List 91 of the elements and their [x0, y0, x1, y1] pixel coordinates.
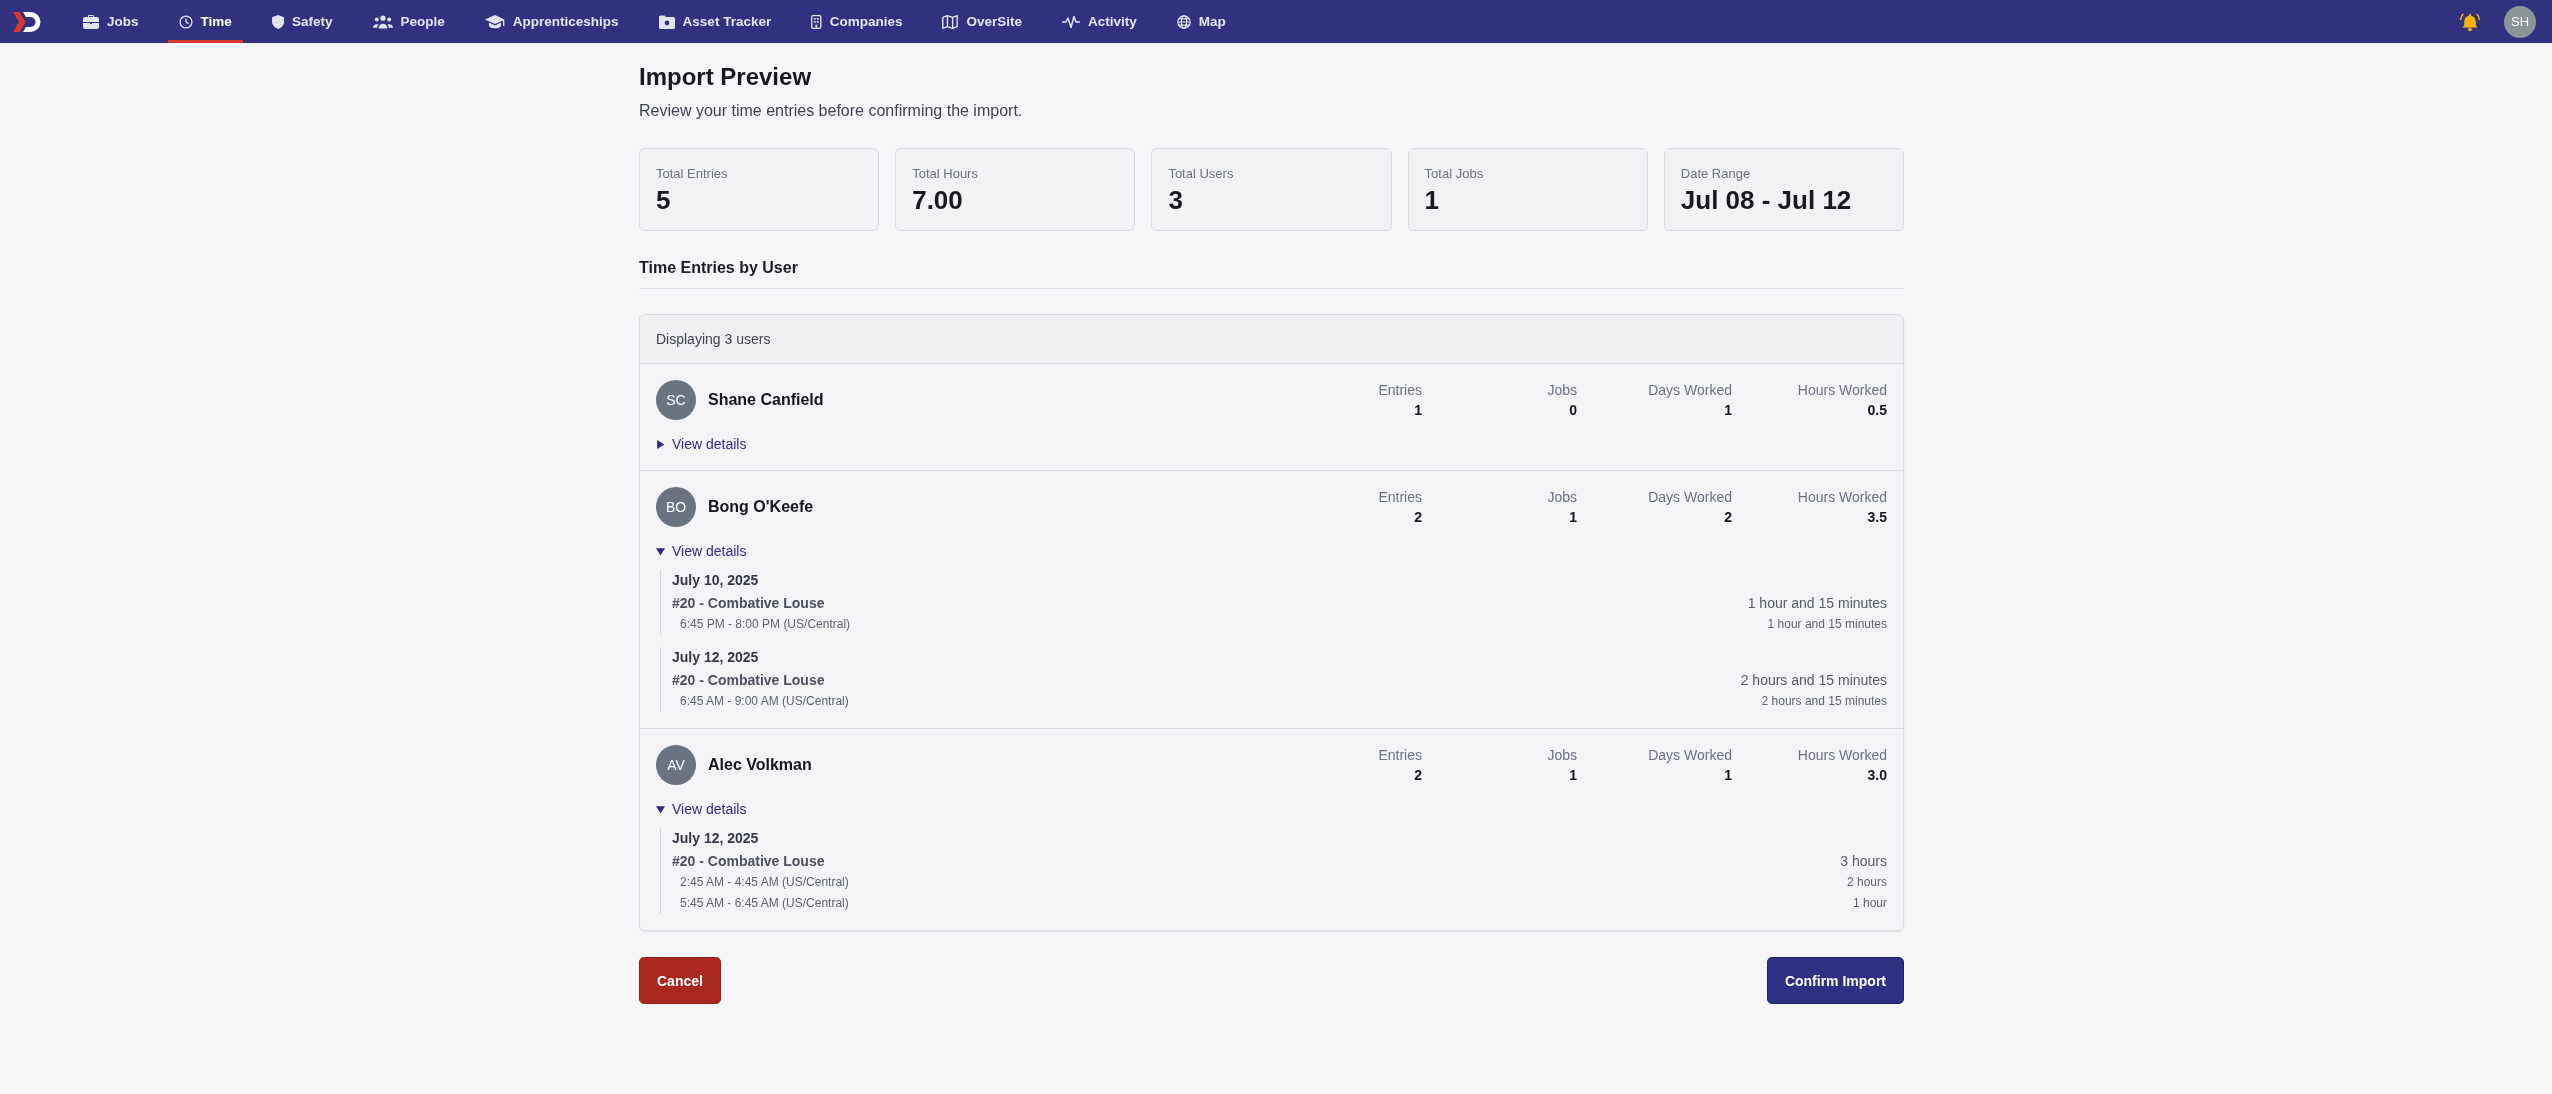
view-details-toggle[interactable]: View details [656, 799, 747, 819]
nav-tab[interactable]: OverSite [931, 0, 1033, 43]
nav-tab[interactable]: Activity [1051, 0, 1148, 43]
shift-duration: 2 hours [1846, 874, 1887, 891]
job-name: #20 - Combative Louse [672, 594, 825, 613]
summary-label: Total Users [1168, 165, 1235, 183]
job-name: #20 - Combative Louse [672, 671, 825, 690]
cancel-button[interactable]: Cancel [639, 957, 721, 1004]
nav-tab[interactable]: Jobs [72, 0, 150, 43]
stat-value: 0.5 [1866, 401, 1887, 420]
bell-icon[interactable] [2459, 11, 2481, 32]
user-name: Alec Volkman [708, 756, 812, 774]
stat-value: 1 [1568, 508, 1577, 527]
people-icon [372, 14, 393, 29]
caret-down-icon [656, 804, 665, 814]
stat-label: Jobs [1546, 381, 1577, 400]
summary-value: 1 [1424, 184, 1441, 216]
summary-value: 7.00 [912, 184, 964, 216]
stat-label: Entries [1377, 381, 1422, 400]
summary-value: 3 [1168, 184, 1184, 216]
clock-icon [178, 14, 193, 29]
nav-tab[interactable]: Companies [800, 0, 914, 43]
stat-label: Entries [1377, 488, 1422, 507]
summary-label: Date Range [1680, 165, 1752, 183]
stat-value: 1 [1413, 401, 1422, 420]
view-details-toggle[interactable]: View details [656, 541, 747, 561]
stat-value: 3.0 [1866, 766, 1887, 785]
building-icon [811, 14, 822, 29]
panel-caption: Displaying 3 users [640, 315, 1903, 364]
app-logo[interactable] [13, 10, 41, 33]
shift-time: 2:45 AM - 4:45 AM (US/Central) [679, 874, 849, 891]
shift-duration: 1 hour and 15 minutes [1767, 616, 1887, 633]
page-title: Import Preview [639, 62, 813, 92]
graduation-cap-icon [484, 14, 505, 29]
stat-label: Hours Worked [1796, 381, 1887, 400]
shield-icon [271, 14, 285, 29]
stat-value: 2 [1413, 766, 1422, 785]
nav-tab[interactable]: Safety [260, 0, 344, 43]
confirm-import-button[interactable]: Confirm Import [1766, 957, 1904, 1004]
stat-value: 3.5 [1866, 508, 1887, 527]
page-subtitle: Review your time entries before confirming the import. [639, 101, 1024, 121]
user-name: Shane Canfield [708, 391, 824, 409]
summary-label: Total Entries [656, 165, 729, 183]
stat-value: 1 [1568, 766, 1577, 785]
user-avatar: SC [656, 380, 696, 420]
entry-date: July 12, 2025 [672, 829, 760, 848]
stat-value: 2 [1723, 508, 1732, 527]
folder-icon [658, 14, 675, 29]
view-details-toggle[interactable]: View details [656, 434, 747, 454]
user-avatar: BO [656, 487, 696, 527]
stat-value: 0 [1568, 401, 1577, 420]
nav-tab[interactable]: Asset Tracker [647, 0, 783, 43]
stat-label: Days Worked [1647, 746, 1732, 765]
summary-value: 5 [656, 184, 672, 216]
shift-time: 6:45 PM - 8:00 PM (US/Central) [679, 616, 851, 633]
caret-down-icon [656, 546, 665, 556]
stat-value: 1 [1723, 766, 1732, 785]
job-name: #20 - Combative Louse [672, 852, 825, 871]
job-duration: 3 hours [1840, 852, 1887, 871]
pulse-icon [1062, 14, 1080, 29]
globe-icon [1176, 14, 1191, 29]
section-title: Time Entries by User [639, 256, 1904, 289]
stat-label: Entries [1377, 746, 1422, 765]
nav-tab[interactable]: Apprenticeships [473, 0, 630, 43]
job-duration: 1 hour and 15 minutes [1747, 594, 1887, 613]
caret-right-icon [656, 439, 665, 449]
stat-value: 1 [1723, 401, 1732, 420]
summary-label: Total Jobs [1424, 165, 1485, 183]
shift-duration: 1 hour [1852, 895, 1887, 912]
job-duration: 2 hours and 15 minutes [1740, 671, 1887, 690]
summary-value: Jul 08 - Jul 12 [1680, 184, 1853, 216]
stat-value: 2 [1413, 508, 1422, 527]
stat-label: Jobs [1546, 488, 1577, 507]
entry-date: July 12, 2025 [672, 648, 760, 667]
summary-label: Total Hours [912, 165, 979, 183]
stat-label: Hours Worked [1796, 746, 1887, 765]
stat-label: Jobs [1546, 746, 1577, 765]
nav-tab[interactable]: People [361, 0, 456, 43]
stat-label: Hours Worked [1796, 488, 1887, 507]
stat-label: Days Worked [1647, 381, 1732, 400]
nav-tab[interactable]: Map [1165, 0, 1237, 43]
briefcase-icon [83, 14, 99, 29]
shift-duration: 2 hours and 15 minutes [1761, 693, 1887, 710]
shift-time: 5:45 AM - 6:45 AM (US/Central) [679, 895, 849, 912]
user-name: Bong O'Keefe [708, 498, 814, 516]
shift-time: 6:45 AM - 9:00 AM (US/Central) [679, 693, 849, 710]
map-icon [942, 14, 959, 29]
entry-date: July 10, 2025 [672, 571, 760, 590]
nav-tab[interactable]: Time [167, 0, 243, 43]
user-avatar: AV [656, 745, 696, 785]
stat-label: Days Worked [1647, 488, 1732, 507]
